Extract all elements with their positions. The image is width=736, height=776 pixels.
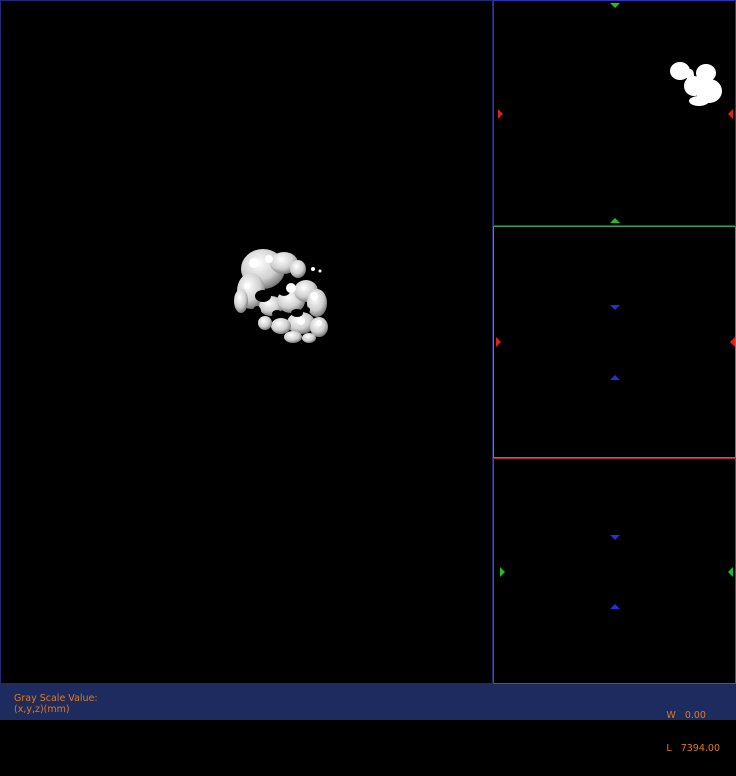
status-bar: Gray Scale Value: (x,y,z)(mm) W 0.00 L 7… bbox=[0, 684, 736, 754]
axial-slice-canvas bbox=[498, 3, 733, 223]
coronal-left-marker bbox=[496, 337, 501, 347]
axial-left-marker bbox=[498, 109, 503, 119]
window-label: W bbox=[666, 710, 676, 721]
gray-scale-value-label: Gray Scale Value: bbox=[14, 693, 98, 704]
coronal-slice-canvas bbox=[496, 305, 735, 380]
axial-top-marker bbox=[610, 3, 620, 8]
sagittal-slice-view[interactable] bbox=[493, 458, 736, 684]
level-value: 7394.00 bbox=[680, 743, 720, 754]
level-label: L bbox=[666, 743, 672, 754]
sagittal-slice-canvas bbox=[500, 535, 733, 609]
sagittal-bottom-marker bbox=[610, 604, 620, 609]
level-readout: L 7394.00 bbox=[666, 743, 720, 754]
window-readout: W 0.00 bbox=[666, 710, 720, 721]
coronal-slice-view[interactable] bbox=[493, 226, 736, 458]
coronal-bottom-marker bbox=[610, 375, 620, 380]
sagittal-top-marker bbox=[610, 535, 620, 540]
window-value: 0.00 bbox=[684, 710, 706, 721]
axial-segmentation-mask bbox=[670, 62, 722, 106]
sagittal-left-marker bbox=[500, 567, 505, 577]
3d-volume-render bbox=[234, 249, 328, 343]
axial-slice-view[interactable] bbox=[493, 0, 736, 226]
axial-right-marker bbox=[728, 109, 733, 119]
sagittal-right-marker bbox=[728, 567, 733, 577]
coronal-right-marker bbox=[730, 337, 735, 347]
3d-render-viewport[interactable] bbox=[0, 0, 493, 684]
axial-bottom-marker bbox=[610, 218, 620, 223]
window-level-readout: W 0.00 L 7394.00 bbox=[666, 688, 720, 776]
status-left: Gray Scale Value: (x,y,z)(mm) bbox=[14, 693, 98, 715]
coordinate-label: (x,y,z)(mm) bbox=[14, 704, 70, 715]
coronal-top-marker bbox=[610, 305, 620, 310]
